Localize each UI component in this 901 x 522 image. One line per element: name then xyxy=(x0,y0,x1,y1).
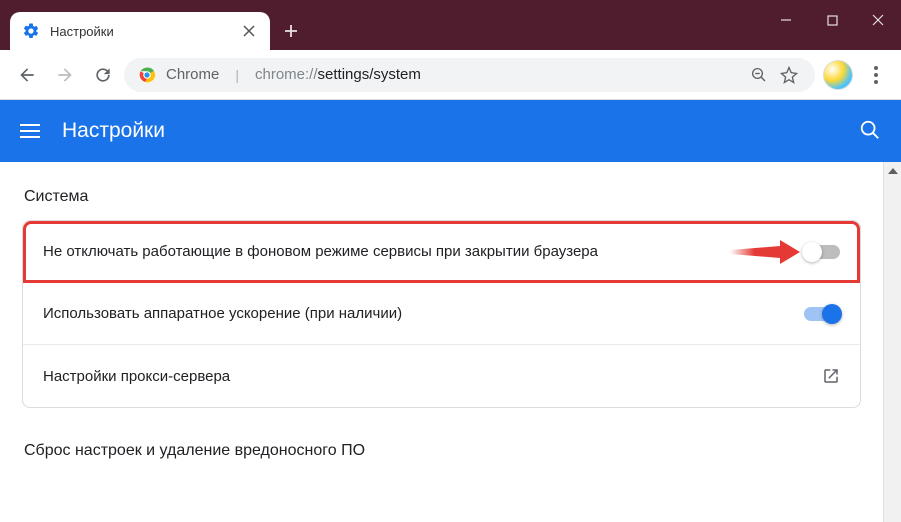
section-title-reset: Сброс настроек и удаление вредоносного П… xyxy=(24,442,861,460)
url-bar[interactable]: Chrome | chrome://settings/system xyxy=(124,58,815,92)
address-bar: Chrome | chrome://settings/system xyxy=(0,50,901,100)
setting-row-background-apps[interactable]: Не отключать работающие в фоновом режиме… xyxy=(23,221,860,283)
hamburger-icon xyxy=(20,130,40,132)
gear-icon xyxy=(22,22,40,40)
zoom-icon xyxy=(750,66,768,84)
vertical-scrollbar[interactable] xyxy=(883,162,901,522)
dot-icon xyxy=(874,80,878,84)
scroll-up-button[interactable] xyxy=(884,162,901,180)
url-actions xyxy=(747,63,801,87)
annotation-arrow-icon xyxy=(730,239,800,265)
settings-content: Система Не отключать работающие в фоново… xyxy=(0,162,883,522)
setting-row-proxy[interactable]: Настройки прокси-сервера xyxy=(23,345,860,407)
star-icon xyxy=(780,66,798,84)
setting-label: Настройки прокси-сервера xyxy=(43,368,822,385)
arrow-left-icon xyxy=(17,65,37,85)
zoom-button[interactable] xyxy=(747,63,771,87)
content-area: Система Не отключать работающие в фоново… xyxy=(0,162,901,522)
setting-row-hardware-accel[interactable]: Использовать аппаратное ускорение (при н… xyxy=(23,283,860,345)
setting-label: Не отключать работающие в фоновом режиме… xyxy=(43,243,804,260)
setting-label: Использовать аппаратное ускорение (при н… xyxy=(43,305,804,322)
forward-button[interactable] xyxy=(48,58,82,92)
window-titlebar: Настройки xyxy=(0,0,901,50)
page-title: Настройки xyxy=(62,119,165,143)
url-brand-text: Chrome xyxy=(166,66,219,83)
minimize-button[interactable] xyxy=(763,0,809,40)
minimize-icon xyxy=(780,14,792,26)
chrome-icon xyxy=(138,66,156,84)
section-title-system: Система xyxy=(24,188,861,206)
close-icon xyxy=(872,14,884,26)
close-icon xyxy=(243,25,255,37)
url-text: chrome://settings/system xyxy=(255,66,421,83)
url-separator: | xyxy=(235,67,239,83)
close-tab-button[interactable] xyxy=(240,22,258,40)
bookmark-button[interactable] xyxy=(777,63,801,87)
dot-icon xyxy=(874,73,878,77)
back-button[interactable] xyxy=(10,58,44,92)
browser-tab[interactable]: Настройки xyxy=(10,12,270,50)
profile-avatar[interactable] xyxy=(823,60,853,90)
hamburger-icon xyxy=(20,136,40,138)
toggle-hardware-accel[interactable] xyxy=(804,307,840,321)
close-window-button[interactable] xyxy=(855,0,901,40)
reload-icon xyxy=(93,65,113,85)
plus-icon xyxy=(284,24,298,38)
dot-icon xyxy=(874,66,878,70)
browser-menu-button[interactable] xyxy=(861,58,891,92)
tab-title: Настройки xyxy=(50,24,230,39)
settings-header: Настройки xyxy=(0,100,901,162)
toggle-background-apps[interactable] xyxy=(804,245,840,259)
hamburger-icon xyxy=(20,124,40,126)
search-settings-button[interactable] xyxy=(859,119,881,144)
window-controls xyxy=(763,0,901,40)
maximize-icon xyxy=(827,15,838,26)
system-settings-card: Не отключать работающие в фоновом режиме… xyxy=(22,220,861,408)
new-tab-button[interactable] xyxy=(276,16,306,46)
maximize-button[interactable] xyxy=(809,0,855,40)
menu-toggle-button[interactable] xyxy=(20,124,40,138)
open-external-icon xyxy=(822,367,840,385)
chevron-up-icon xyxy=(888,168,898,174)
reload-button[interactable] xyxy=(86,58,120,92)
search-icon xyxy=(859,119,881,141)
arrow-right-icon xyxy=(55,65,75,85)
